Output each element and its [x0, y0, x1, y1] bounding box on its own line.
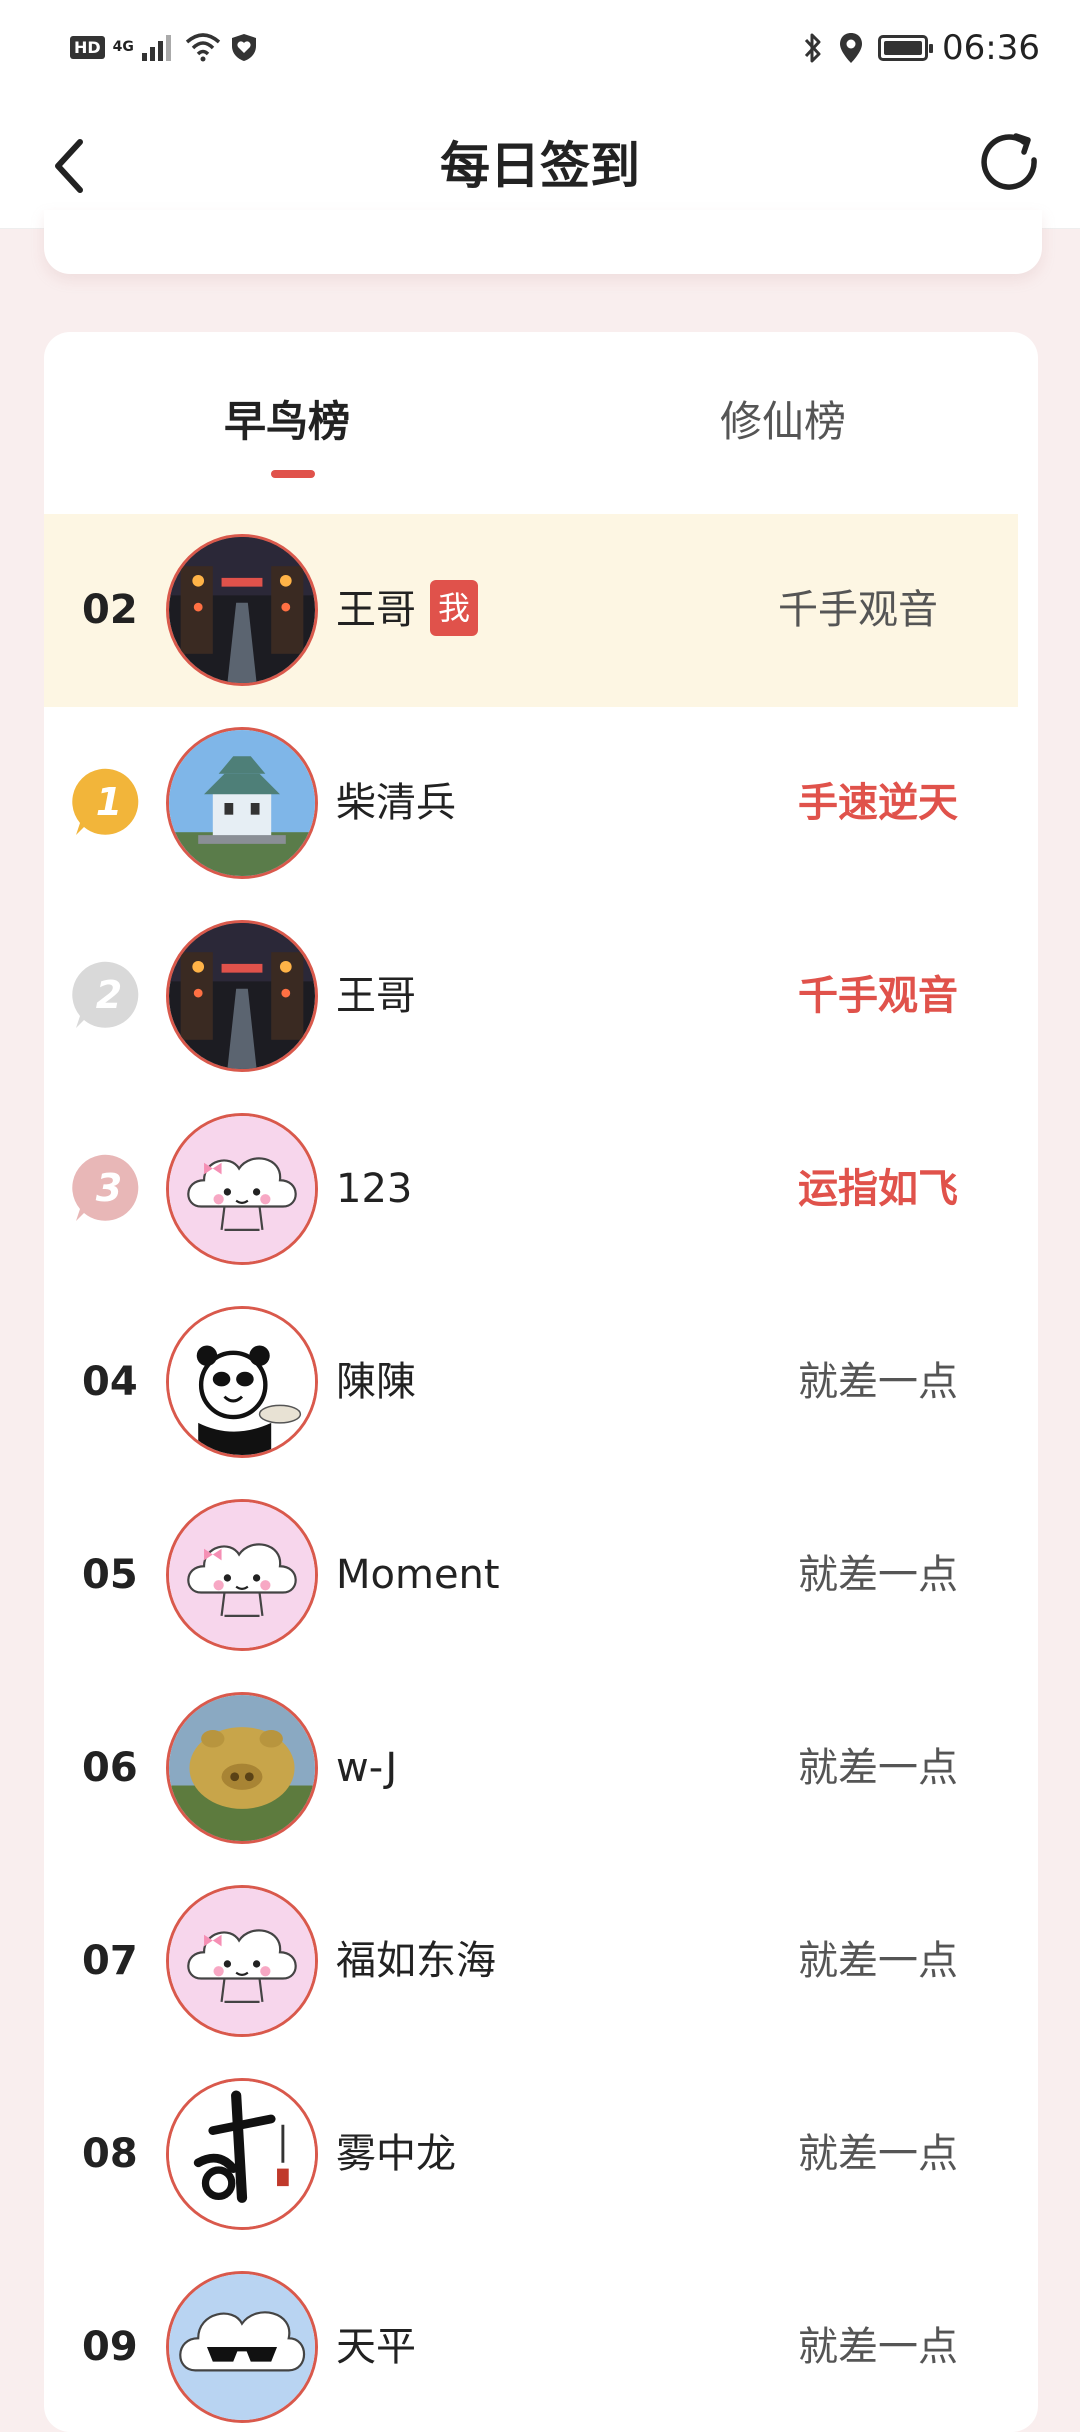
- clock: 06:36: [942, 28, 1040, 68]
- rank-title: 就差一点: [798, 2131, 958, 2177]
- list-item[interactable]: 07 福如东海 就差一点: [44, 1865, 1038, 2058]
- rank-title: 运指如飞: [798, 1166, 958, 1212]
- list-item[interactable]: 2 王哥 千手观音: [44, 900, 1038, 1093]
- user-name: Moment: [336, 1552, 500, 1598]
- rank-number: 07: [82, 1938, 138, 1984]
- user-name: w-J: [336, 1745, 398, 1791]
- list-item[interactable]: 09 天平 就差一点: [44, 2251, 1038, 2432]
- tab-early-bird[interactable]: 早鸟榜: [224, 388, 350, 449]
- list-item[interactable]: 1 柴清兵 手速逆天: [44, 707, 1038, 900]
- wifi-icon: [185, 33, 221, 62]
- user-name: 陳陳: [336, 1359, 416, 1405]
- ranking-card: 早鸟榜 修仙榜 02 王哥我 千手观音 1 柴清兵 手速逆天 2 王哥 千手观音: [44, 332, 1038, 2432]
- user-name: 雾中龙: [336, 2131, 456, 2177]
- avatar: [166, 1306, 318, 1458]
- user-name: 福如东海: [336, 1938, 496, 1984]
- rank-number: 06: [82, 1745, 138, 1791]
- user-name: 王哥我: [336, 514, 479, 707]
- bronze-medal-icon: 3: [72, 1151, 146, 1225]
- ranking-list: 02 王哥我 千手观音 1 柴清兵 手速逆天 2 王哥 千手观音 3 123 运…: [44, 514, 1038, 2432]
- status-right: 06:36: [802, 28, 1040, 68]
- network-type: 4G: [112, 39, 134, 55]
- refresh-icon: [981, 133, 1037, 190]
- my-rank-row[interactable]: 02 王哥我 千手观音: [44, 514, 1018, 707]
- back-button[interactable]: [30, 126, 110, 206]
- gold-medal-icon: 1: [72, 765, 146, 839]
- list-item[interactable]: 04 陳陳 就差一点: [44, 1286, 1038, 1479]
- avatar: [166, 1885, 318, 2037]
- rank-title: 千手观音: [778, 587, 938, 633]
- status-left: HD 4G: [70, 32, 258, 62]
- bluetooth-icon: [804, 33, 821, 63]
- user-name: 王哥: [336, 973, 416, 1019]
- rank-number: 02: [82, 587, 138, 633]
- user-name-text: 王哥: [336, 587, 416, 633]
- rank-number: 05: [82, 1552, 138, 1598]
- avatar: [166, 2078, 318, 2230]
- tab-cultivation[interactable]: 修仙榜: [720, 388, 846, 449]
- rank-title: 就差一点: [798, 1359, 958, 1405]
- svg-text:3: 3: [96, 1166, 122, 1210]
- tab-indicator: [271, 470, 315, 478]
- user-name: 天平: [336, 2324, 416, 2370]
- chevron-left-icon: [55, 139, 83, 193]
- rank-title: 就差一点: [798, 1938, 958, 1984]
- avatar: [166, 1113, 318, 1265]
- battery-icon: [878, 35, 934, 61]
- list-item[interactable]: 06 w-J 就差一点: [44, 1672, 1038, 1865]
- avatar: [166, 534, 318, 686]
- avatar: [166, 2271, 318, 2423]
- svg-text:2: 2: [96, 973, 122, 1017]
- shield-heart-icon: [231, 34, 256, 61]
- checkin-card: [44, 210, 1042, 274]
- user-name: 柴清兵: [336, 780, 456, 826]
- list-item[interactable]: 05 Moment 就差一点: [44, 1479, 1038, 1672]
- avatar: [166, 920, 318, 1072]
- signal-icon: [141, 35, 171, 61]
- avatar: [166, 727, 318, 879]
- list-item[interactable]: 08 雾中龙 就差一点: [44, 2058, 1038, 2251]
- rank-title: 手速逆天: [798, 780, 958, 826]
- ranking-tabs: 早鸟榜 修仙榜: [44, 332, 1038, 514]
- rank-title: 千手观音: [798, 973, 958, 1019]
- rank-number: 09: [82, 2324, 138, 2370]
- me-badge: 我: [430, 580, 479, 636]
- user-name: 123: [336, 1166, 413, 1212]
- location-icon: [840, 33, 863, 63]
- silver-medal-icon: 2: [72, 958, 146, 1032]
- battery-level: [884, 41, 923, 55]
- rank-number: 08: [82, 2131, 138, 2177]
- rank-title: 就差一点: [798, 1552, 958, 1598]
- hd-icon: HD: [70, 35, 105, 59]
- rank-title: 就差一点: [798, 1745, 958, 1791]
- status-bar: HD 4G 06:36: [0, 0, 1080, 104]
- rank-title: 就差一点: [798, 2324, 958, 2370]
- avatar: [166, 1692, 318, 1844]
- avatar: [166, 1499, 318, 1651]
- svg-text:1: 1: [96, 780, 122, 824]
- refresh-button[interactable]: [970, 124, 1050, 204]
- list-item[interactable]: 3 123 运指如飞: [44, 1093, 1038, 1286]
- rank-number: 04: [82, 1359, 138, 1405]
